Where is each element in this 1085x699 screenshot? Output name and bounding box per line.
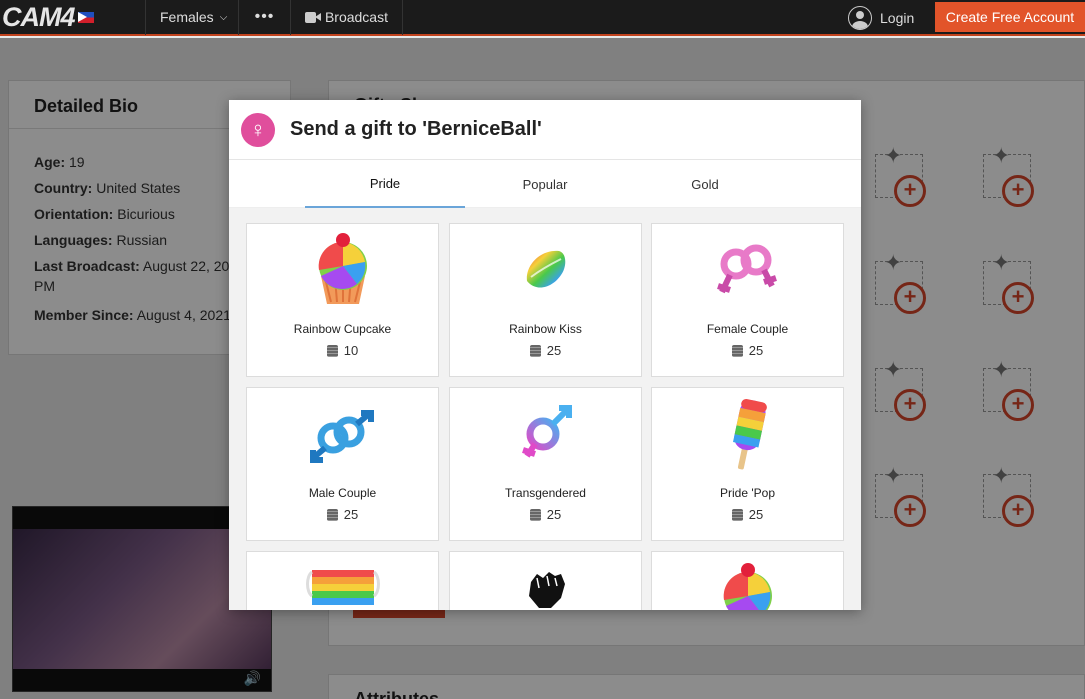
gift-tabs: Pride Popular Gold bbox=[229, 160, 861, 208]
top-nav: CAM4 Females ⌵ ••• Broadcast Login Creat… bbox=[0, 0, 1085, 36]
popsicle-icon bbox=[652, 388, 843, 480]
coin-stack-icon bbox=[731, 508, 743, 521]
gift-card[interactable]: Rainbow Kiss 25 bbox=[449, 223, 642, 377]
lips-icon bbox=[450, 224, 641, 316]
logo-text: CAM4 bbox=[2, 1, 76, 32]
gift-card[interactable]: Pride 'Pop 25 bbox=[651, 387, 844, 541]
cupcake-icon bbox=[652, 552, 843, 610]
gift-price: 25 bbox=[247, 507, 438, 522]
gift-card[interactable] bbox=[246, 551, 439, 610]
gift-card[interactable] bbox=[651, 551, 844, 610]
gift-price: 25 bbox=[450, 343, 641, 358]
coin-stack-icon bbox=[326, 344, 338, 357]
transgender-icon bbox=[450, 388, 641, 480]
chevron-down-icon: ⌵ bbox=[219, 11, 228, 23]
female-symbol-icon: ♀ bbox=[241, 112, 275, 147]
gift-price: 25 bbox=[652, 507, 843, 522]
gift-card[interactable]: Transgendered 25 bbox=[449, 387, 642, 541]
females-menu[interactable]: Females ⌵ bbox=[146, 0, 239, 35]
login-button[interactable]: Login bbox=[848, 0, 914, 36]
gift-grid: Rainbow Cupcake 10 Rainbow Kiss 25 Femal… bbox=[229, 208, 861, 610]
coin-stack-icon bbox=[529, 508, 541, 521]
fist-icon bbox=[450, 552, 641, 610]
tab-popular[interactable]: Popular bbox=[465, 160, 625, 208]
females-label: Females bbox=[160, 9, 214, 25]
gift-name: Pride 'Pop bbox=[720, 486, 775, 500]
cupcake-icon bbox=[247, 224, 438, 316]
gift-card[interactable]: Rainbow Cupcake 10 bbox=[246, 223, 439, 377]
user-icon bbox=[848, 6, 872, 30]
gift-name: Rainbow Kiss bbox=[509, 322, 582, 336]
broadcast-button[interactable]: Broadcast bbox=[291, 0, 403, 35]
gift-card[interactable]: Male Couple 25 bbox=[246, 387, 439, 541]
gift-price: 25 bbox=[450, 507, 641, 522]
gift-price: 10 bbox=[247, 343, 438, 358]
coin-stack-icon bbox=[529, 344, 541, 357]
more-menu[interactable]: ••• bbox=[239, 0, 291, 35]
gift-name: Male Couple bbox=[308, 486, 377, 500]
cam4-logo[interactable]: CAM4 bbox=[0, 0, 146, 35]
flag-icon bbox=[77, 11, 94, 23]
gift-price: 25 bbox=[652, 343, 843, 358]
coin-stack-icon bbox=[326, 508, 338, 521]
rainbow-mask-icon bbox=[247, 552, 438, 610]
modal-title: Send a gift to 'BerniceBall' bbox=[290, 118, 542, 140]
gift-card[interactable]: Female Couple 25 bbox=[651, 223, 844, 377]
gift-name: Transgendered bbox=[505, 486, 586, 500]
female-couple-icon bbox=[652, 224, 843, 316]
gift-card[interactable] bbox=[449, 551, 642, 610]
modal-header: ♀ Send a gift to 'BerniceBall' bbox=[229, 100, 861, 160]
gift-name: Female Couple bbox=[706, 322, 789, 336]
coin-stack-icon bbox=[731, 344, 743, 357]
gift-name: Rainbow Cupcake bbox=[293, 322, 392, 336]
login-label: Login bbox=[880, 10, 915, 26]
male-couple-icon bbox=[247, 388, 438, 480]
tab-pride[interactable]: Pride bbox=[305, 160, 465, 208]
broadcast-label: Broadcast bbox=[324, 9, 388, 25]
tab-gold[interactable]: Gold bbox=[625, 160, 785, 208]
video-camera-icon bbox=[305, 11, 321, 23]
create-account-button[interactable]: Create Free Account bbox=[935, 2, 1085, 32]
send-gift-modal: ♀ Send a gift to 'BerniceBall' Pride Pop… bbox=[229, 100, 861, 610]
